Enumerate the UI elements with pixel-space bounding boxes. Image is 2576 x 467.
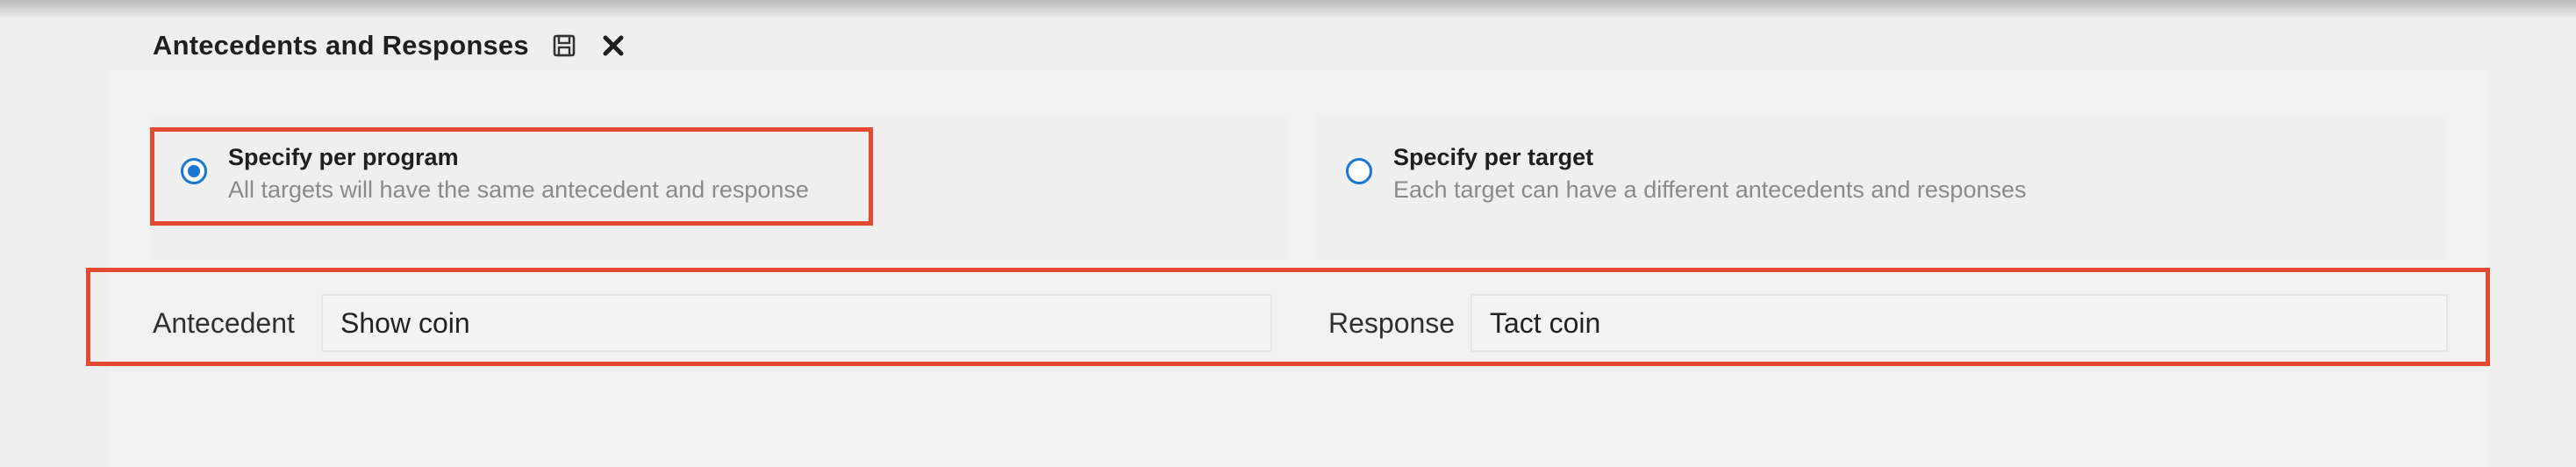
option-per-target-description: Each target can have a different anteced…: [1393, 176, 2027, 203]
save-icon[interactable]: [550, 32, 578, 60]
option-per-target[interactable]: Specify per target Each target can have …: [1346, 142, 2027, 207]
option-per-target-text: Specify per target Each target can have …: [1393, 142, 2027, 207]
section-title: Antecedents and Responses: [153, 30, 529, 61]
section-header: Antecedents and Responses: [153, 25, 627, 67]
highlight-box-options: [150, 127, 873, 226]
close-icon[interactable]: [599, 32, 627, 60]
option-per-target-title: Specify per target: [1393, 144, 1594, 170]
highlight-box-fields: [86, 268, 2490, 366]
radio-per-target[interactable]: [1346, 158, 1372, 184]
top-shadow: [0, 0, 2576, 19]
